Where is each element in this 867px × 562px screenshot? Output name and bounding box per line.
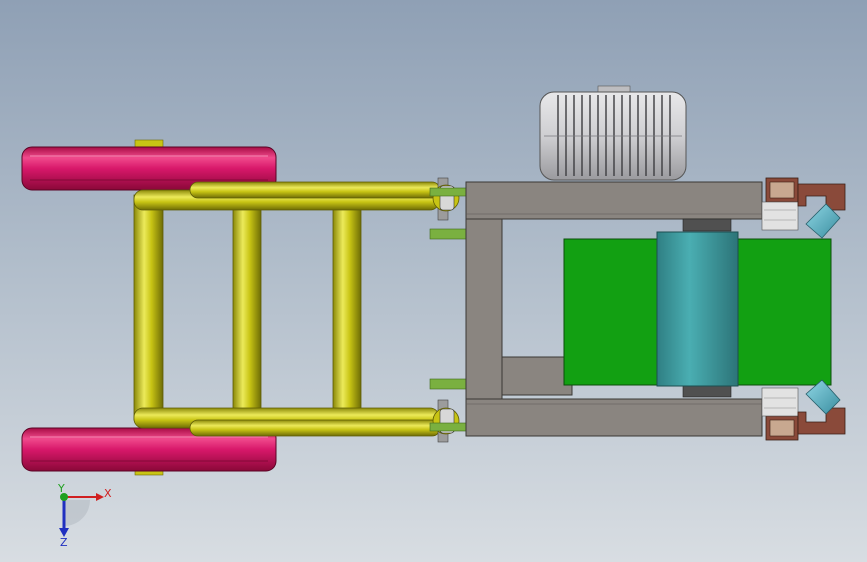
bracket-lower[interactable]	[761, 379, 846, 441]
motor[interactable]	[539, 85, 687, 181]
drum-assembly[interactable]	[563, 218, 832, 398]
y-axis-label: Y	[57, 482, 65, 495]
bracket-upper[interactable]	[761, 177, 846, 239]
cad-viewport[interactable]: X Y Z	[0, 0, 867, 562]
x-axis-label: X	[104, 487, 112, 500]
assembly-top-view: X Y Z	[21, 85, 846, 549]
z-axis-label: Z	[60, 536, 68, 549]
coordinate-triad: X Y Z	[57, 482, 112, 549]
tube-frame[interactable]	[133, 181, 441, 437]
